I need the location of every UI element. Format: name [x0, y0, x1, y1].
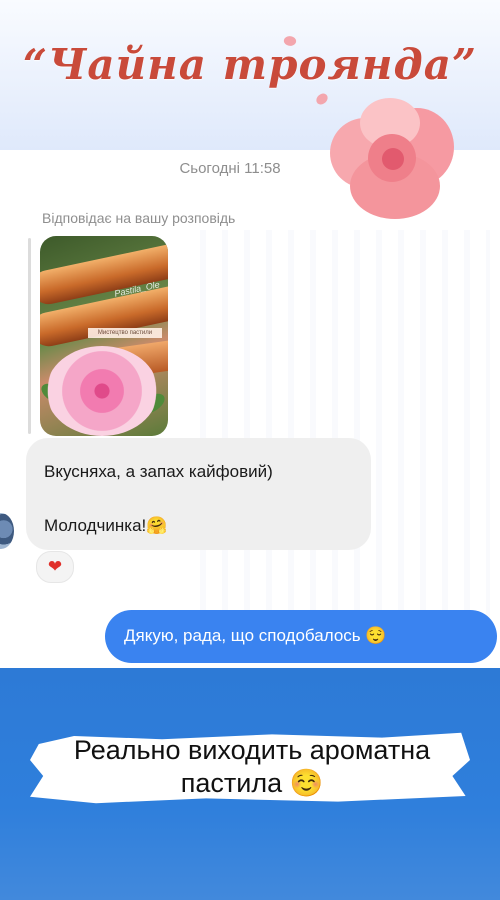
incoming-message-text: Вкусняха, а запах кайфовий): [44, 462, 273, 481]
story-product-label: Мистецтво пастили: [88, 328, 162, 338]
story-thumbnail[interactable]: Pastila_Ole Мистецтво пастили: [40, 236, 168, 436]
outgoing-message-text: Дякую, рада, що сподобалось 😌: [124, 626, 387, 645]
message-timestamp: Сьогодні 11:58: [179, 160, 281, 177]
rose-image: [46, 346, 158, 436]
reply-indicator-bar: [28, 238, 31, 434]
footer-caption: Реально виходить ароматна пастила ☺️: [73, 735, 431, 798]
heart-reaction-icon[interactable]: ❤: [36, 551, 74, 583]
page-title: “Чайна троянда”: [22, 40, 478, 89]
story-reply-label: Відповідає на вашу розповідь: [42, 210, 236, 226]
incoming-message-text: Молодчинка!🤗: [44, 516, 168, 535]
